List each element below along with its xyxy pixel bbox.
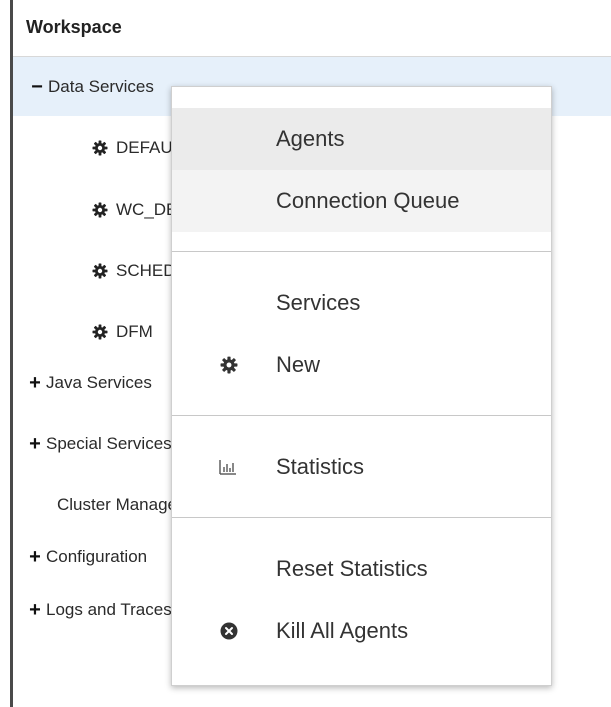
menu-item-label: Agents (276, 126, 345, 151)
menu-item-label: Reset Statistics (276, 556, 428, 581)
menu-item-label: Services (276, 290, 361, 315)
workspace-title: Workspace (26, 17, 122, 37)
menu-separator (172, 415, 551, 416)
tree-item-special-services[interactable]: + Special Services (28, 432, 172, 456)
tree-item-label: Logs and Traces (46, 600, 172, 619)
gear-icon (92, 140, 108, 156)
menu-item-new[interactable]: New (172, 334, 551, 396)
bar-chart-icon (219, 460, 236, 475)
menu-item-reset-statistics[interactable]: Reset Statistics (172, 538, 551, 600)
menu-separator (172, 251, 551, 252)
menu-item-label: Statistics (276, 454, 365, 479)
tree-item-label: Configuration (46, 547, 148, 566)
expand-icon[interactable]: + (28, 433, 42, 456)
menu-item-services[interactable]: Services (172, 272, 551, 334)
menu-item-kill-all-agents[interactable]: Kill All Agents (172, 600, 551, 662)
menu-item-agents[interactable]: Agents (172, 108, 551, 170)
context-menu: Agents Connection Queue Services New Sta… (171, 86, 552, 686)
tree-item-configuration[interactable]: + Configuration (28, 545, 147, 569)
tree-item-java-services[interactable]: + Java Services (28, 371, 152, 395)
close-circle-icon (220, 622, 238, 640)
expand-icon[interactable]: + (28, 599, 42, 622)
tree-item-label: Java Services (46, 373, 152, 392)
collapse-icon[interactable]: − (30, 76, 44, 99)
tree-item-label: Special Services (46, 434, 172, 453)
menu-item-label: Connection Queue (276, 188, 460, 213)
menu-item-statistics[interactable]: Statistics (172, 436, 551, 498)
menu-separator (172, 517, 551, 518)
tree-item-label: DFM (116, 322, 153, 341)
menu-item-connection-queue[interactable]: Connection Queue (172, 170, 551, 232)
gear-icon (92, 324, 108, 340)
menu-item-label: New (276, 352, 321, 377)
tree-item-logs-and-traces[interactable]: + Logs and Traces (28, 598, 172, 622)
tree-item-data-services[interactable]: − Data Services (30, 75, 154, 99)
gear-icon (92, 263, 108, 279)
tree-item-label: Data Services (48, 77, 154, 96)
tree-item-dfm[interactable]: DFM (92, 320, 153, 344)
gear-icon (220, 356, 238, 374)
gear-icon (92, 202, 108, 218)
expand-icon[interactable]: + (28, 372, 42, 395)
expand-icon[interactable]: + (28, 546, 42, 569)
menu-item-label: Kill All Agents (276, 618, 409, 643)
